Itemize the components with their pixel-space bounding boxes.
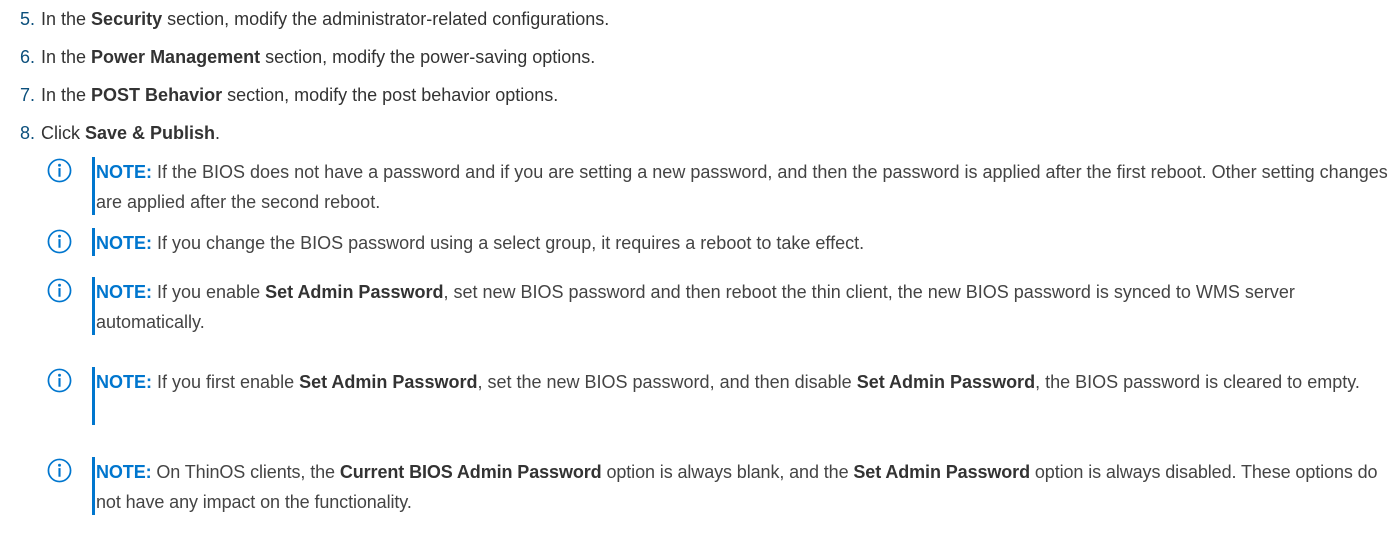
note-callout: NOTE: On ThinOS clients, the Current BIO… — [47, 457, 1387, 517]
step-text: Click — [41, 123, 85, 143]
info-icon — [47, 229, 72, 254]
note-label: NOTE: — [96, 462, 152, 482]
step-bold-term: POST Behavior — [91, 85, 223, 105]
step-8: 8. Click Save & Publish. — [20, 121, 220, 145]
step-bold-term: Save & Publish — [85, 123, 216, 143]
note-bar — [92, 277, 95, 335]
note-bar — [92, 157, 95, 215]
info-icon — [47, 278, 72, 303]
note-body: If you enable — [152, 282, 266, 302]
step-text: In the — [41, 47, 92, 67]
note-text: NOTE: If you enable Set Admin Password, … — [96, 277, 1396, 337]
note-bold-term: Set Admin Password — [265, 282, 444, 302]
note-label: NOTE: — [96, 282, 152, 302]
step-number: 7. — [20, 85, 36, 105]
step-number: 6. — [20, 47, 36, 67]
note-body: On ThinOS clients, the — [151, 462, 340, 482]
step-bold-term: Security — [91, 9, 163, 29]
note-bold-term: Set Admin Password — [299, 372, 478, 392]
step-5: 5. In the Security section, modify the ad… — [20, 7, 609, 31]
note-text: NOTE: If you change the BIOS password us… — [96, 228, 1396, 258]
note-body: If you change the BIOS password using a … — [152, 233, 865, 253]
note-label: NOTE: — [96, 162, 152, 182]
step-7: 7. In the POST Behavior section, modify t… — [20, 83, 558, 107]
info-icon — [47, 368, 72, 393]
document-page: 5. In the Security section, modify the ad… — [0, 0, 1399, 539]
note-bold-term: Current BIOS Admin Password — [339, 462, 602, 482]
note-text: NOTE: If you first enable Set Admin Pass… — [96, 367, 1396, 397]
note-bar — [92, 228, 95, 256]
step-text: section, modify the administrator-relate… — [162, 9, 610, 29]
note-bar — [92, 367, 95, 425]
note-body: If you first enable — [152, 372, 300, 392]
note-callout: NOTE: If the BIOS does not have a passwo… — [47, 157, 1388, 217]
note-text: NOTE: On ThinOS clients, the Current BIO… — [96, 457, 1396, 517]
note-body: , the BIOS password is cleared to empty. — [1035, 372, 1360, 392]
info-icon — [47, 458, 72, 483]
note-text: NOTE: If the BIOS does not have a passwo… — [96, 157, 1396, 217]
note-body: , set the new BIOS password, and then di… — [477, 372, 857, 392]
note-bar — [92, 457, 95, 515]
step-text: section, modify the post behavior option… — [222, 85, 559, 105]
note-label: NOTE: — [96, 233, 152, 253]
step-bold-term: Power Management — [91, 47, 261, 67]
note-bold-term: Set Admin Password — [853, 462, 1030, 482]
step-6: 6. In the Power Management section, modif… — [20, 45, 595, 69]
note-callout: NOTE: If you first enable Set Admin Pass… — [47, 367, 1387, 427]
step-text: . — [215, 123, 221, 143]
info-icon — [47, 158, 72, 183]
note-body: If the BIOS does not have a password and… — [96, 162, 1388, 212]
step-number: 5. — [20, 9, 36, 29]
note-body: option is always blank, and the — [601, 462, 854, 482]
step-text: section, modify the power-saving options… — [260, 47, 596, 67]
step-text: In the — [41, 85, 92, 105]
note-callout: NOTE: If you change the BIOS password us… — [47, 228, 1387, 258]
step-number: 8. — [20, 123, 36, 143]
note-label: NOTE: — [96, 372, 152, 392]
note-bold-term: Set Admin Password — [856, 372, 1036, 392]
step-text: In the — [41, 9, 92, 29]
note-callout: NOTE: If you enable Set Admin Password, … — [47, 277, 1387, 337]
